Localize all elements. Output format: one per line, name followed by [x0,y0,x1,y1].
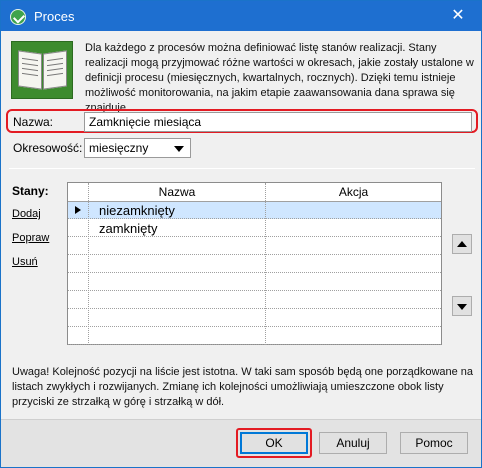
table-row[interactable] [68,328,441,345]
grid-header-indicator [68,183,89,201]
window-title: Proces [34,9,75,24]
arrow-down-icon [457,304,467,310]
arrow-up-icon [457,241,467,247]
period-label: Okresowość: [13,141,83,155]
name-input[interactable]: Zamknięcie miesiąca [84,112,472,132]
book-line [22,72,38,77]
states-label: Stany: [12,184,49,198]
cell-action[interactable] [266,256,441,273]
cell-action[interactable] [266,274,441,291]
cell-name[interactable]: niezamknięty [89,202,266,219]
cell-action[interactable] [266,310,441,327]
row-indicator [68,220,89,237]
cell-action[interactable] [266,328,441,345]
table-row[interactable]: zamknięty [68,220,441,237]
row-indicator [68,328,89,345]
table-row[interactable] [68,292,441,309]
row-indicator [68,292,89,309]
period-select[interactable]: miesięczny [84,138,191,158]
cell-name[interactable] [89,238,266,255]
order-note: Uwaga! Kolejność pozycji na liście jest … [12,366,474,408]
table-row[interactable] [68,274,441,291]
divider [9,168,475,169]
cell-action[interactable] [266,292,441,309]
app-icon [10,9,26,25]
ok-button[interactable]: OK [240,432,308,454]
column-header-name[interactable]: Nazwa [89,183,266,201]
button-bar: OK Anuluj Pomoc [1,419,481,467]
book-icon [11,41,73,99]
row-indicator [68,202,89,219]
table-row[interactable] [68,238,441,255]
row-indicator [68,274,89,291]
table-row[interactable] [68,310,441,327]
book-line [47,72,63,77]
cell-action[interactable] [266,220,441,237]
book-line [47,67,63,72]
cancel-button[interactable]: Anuluj [319,432,387,454]
move-up-button[interactable] [452,234,472,254]
book-page-right [43,50,67,90]
cell-name[interactable] [89,310,266,327]
cell-name[interactable] [89,256,266,273]
table-row[interactable]: niezamknięty [68,202,441,219]
edit-link[interactable]: Popraw [12,232,49,244]
book-line [47,62,63,67]
row-indicator [68,238,89,255]
row-indicator [68,256,89,273]
book-line [22,67,38,72]
close-button[interactable]: ✕ [435,1,481,31]
intro-text: Dla każdego z procesów można definiować … [85,42,474,114]
book-page-left [18,50,42,90]
move-down-button[interactable] [452,296,472,316]
states-grid: Nazwa Akcja niezamknięty zamknięty [67,182,442,345]
table-row[interactable] [68,256,441,273]
row-indicator [68,310,89,327]
column-header-action[interactable]: Akcja [266,183,441,201]
cell-action[interactable] [266,238,441,255]
book-line [22,62,38,67]
help-button[interactable]: Pomoc [400,432,468,454]
cell-name[interactable] [89,274,266,291]
cell-name[interactable]: zamknięty [89,220,266,237]
proces-dialog: Proces ✕ Dla każdego z procesów można de… [0,0,482,468]
delete-link[interactable]: Usuń [12,256,38,268]
cell-name[interactable] [89,328,266,345]
chevron-down-icon [174,146,184,152]
current-row-icon [75,206,81,214]
period-value: miesięczny [89,141,149,155]
add-link[interactable]: Dodaj [12,208,41,220]
title-bar: Proces ✕ [1,1,481,31]
grid-header: Nazwa Akcja [68,183,441,202]
book-line [47,57,63,62]
cell-action[interactable] [266,202,441,219]
book-line [22,57,38,62]
cell-name[interactable] [89,292,266,309]
name-label: Nazwa: [13,115,54,129]
